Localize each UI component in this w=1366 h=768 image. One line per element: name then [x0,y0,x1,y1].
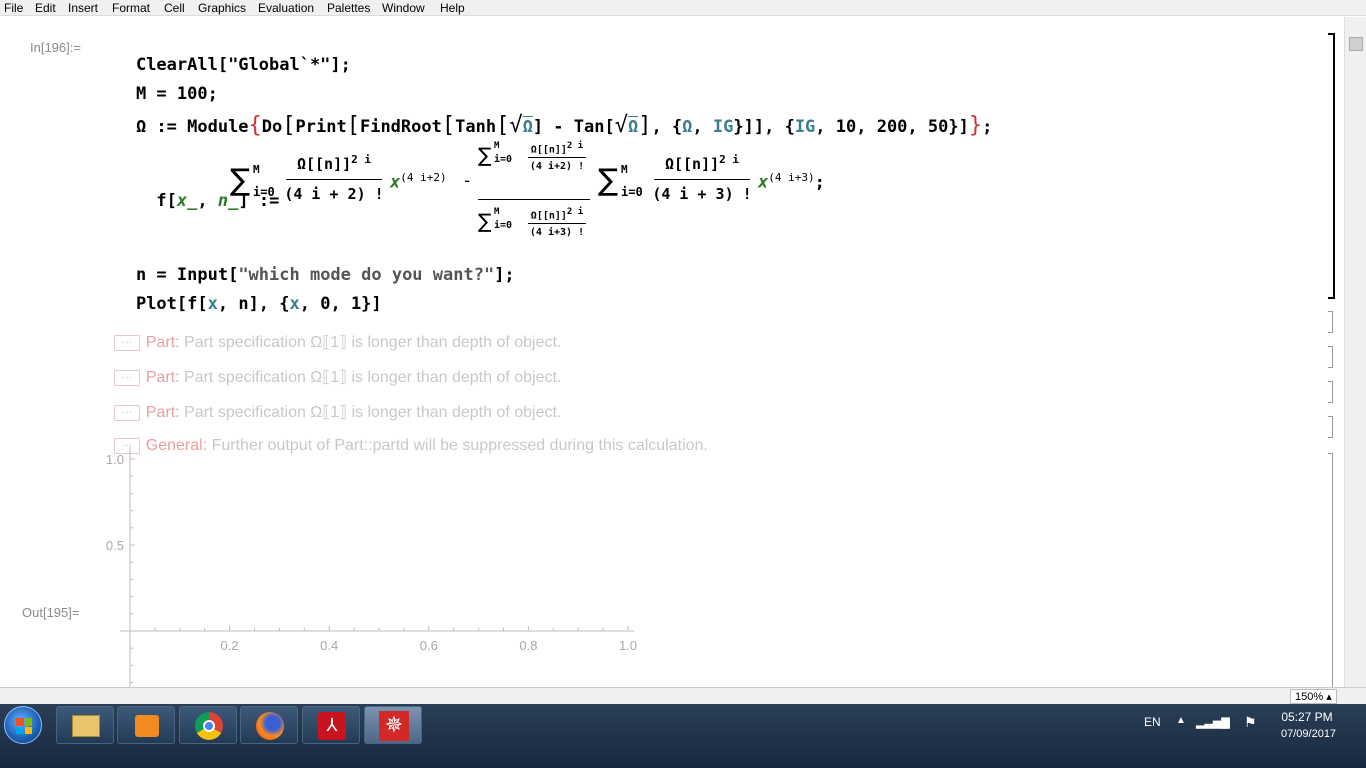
taskbar-media-player[interactable] [117,706,175,744]
taskbar-chrome[interactable] [179,706,237,744]
menu-format[interactable]: Format [112,1,150,15]
y-tick-label-0: 1.0 [106,452,124,467]
scrollbar-thumb[interactable] [1349,37,1363,51]
fraction-2-bar [654,179,750,180]
start-button[interactable] [4,706,42,744]
message-bracket-4[interactable] [1328,416,1333,438]
fraction-1-numerator: Ω[[n]]2 i [296,153,372,173]
firefox-icon [256,712,284,740]
output-label: Out[195]= [22,605,80,620]
menu-edit[interactable]: Edit [35,1,56,15]
menu-cell[interactable]: Cell [164,1,185,15]
language-indicator[interactable]: EN [1144,715,1161,729]
menu-insert[interactable]: Insert [68,1,98,15]
output-cell-bracket[interactable] [1328,453,1333,687]
notebook-area[interactable]: In[196]:= ClearAll["Global`*"]; M = 100;… [0,17,1344,687]
taskbar-firefox[interactable] [240,706,298,744]
big-fraction-denominator: ∑ M i=0 Ω[[n]]2 i (4 i+3) ! [478,207,586,238]
x-tick-label-3: 0.8 [519,638,537,653]
input-label: In[196]:= [30,40,81,55]
acrobat-icon: ⅄ [318,712,346,740]
fraction-1-denominator: (4 i + 2) ! [284,185,384,203]
windows-logo-icon [16,718,32,734]
x-tick-label-4: 1.0 [619,638,637,653]
sum-symbol-2: ∑ [598,163,619,198]
fraction-1-bar [286,179,382,180]
menu-evaluation[interactable]: Evaluation [258,1,314,15]
menu-help[interactable]: Help [440,1,465,15]
input-cell-bracket[interactable] [1328,33,1335,299]
taskbar: ⅄ ✵ EN ▲ ▂▃▅▇ ▯ ⚑ 05:27 PM 07/09/2017 [0,704,1366,768]
media-player-icon [135,715,159,737]
message-bracket-1[interactable] [1328,311,1333,333]
code-line-f-definition[interactable]: f[x_, n_] := ∑ M i=0 Ω[[n]]2 i (4 i + 2)… [0,135,900,238]
taskbar-mathematica[interactable]: ✵ [364,706,422,744]
menu-graphics[interactable]: Graphics [198,1,246,15]
taskbar-acrobat[interactable]: ⅄ [302,706,360,744]
message-bracket-2[interactable] [1328,346,1333,368]
folder-icon [72,715,100,737]
big-fraction-bar [478,199,590,200]
x-tick-label-2: 0.6 [420,638,438,653]
status-bar: 150% ▴ [0,687,1366,704]
mathematica-icon: ✵ [379,711,409,741]
chrome-icon [195,712,223,740]
menu-palettes[interactable]: Palettes [327,1,370,15]
big-fraction-numerator: ∑ M i=0 Ω[[n]]2 i (4 i+2) ! [478,141,586,172]
x-tick-label-1: 0.4 [320,638,338,653]
show-hidden-icons[interactable]: ▲ [1176,715,1186,726]
flag-icon[interactable]: ⚑ [1244,714,1257,731]
sum-symbol-1: ∑ [230,163,251,198]
y-tick-label-1: 0.5 [106,538,124,553]
menu-file[interactable]: File [4,1,23,15]
x-tick-label-0: 0.2 [221,638,239,653]
zoom-level[interactable]: 150% ▴ [1290,689,1337,704]
fraction-2-numerator: Ω[[n]]2 i [664,153,740,173]
fraction-2-denominator: (4 i + 3) ! [652,185,752,203]
clock[interactable]: 05:27 PM 07/09/2017 [1281,710,1336,740]
power-icon[interactable]: ▯ [1220,714,1228,731]
menu-bar: File Edit Insert Format Cell Graphics Ev… [0,0,1366,16]
vertical-scrollbar[interactable] [1344,17,1366,687]
empty-plot[interactable]: 0.20.40.60.81.01.00.5-0.5 [80,447,660,687]
message-bracket-3[interactable] [1328,381,1333,403]
menu-window[interactable]: Window [382,1,425,15]
taskbar-explorer[interactable] [56,706,114,744]
